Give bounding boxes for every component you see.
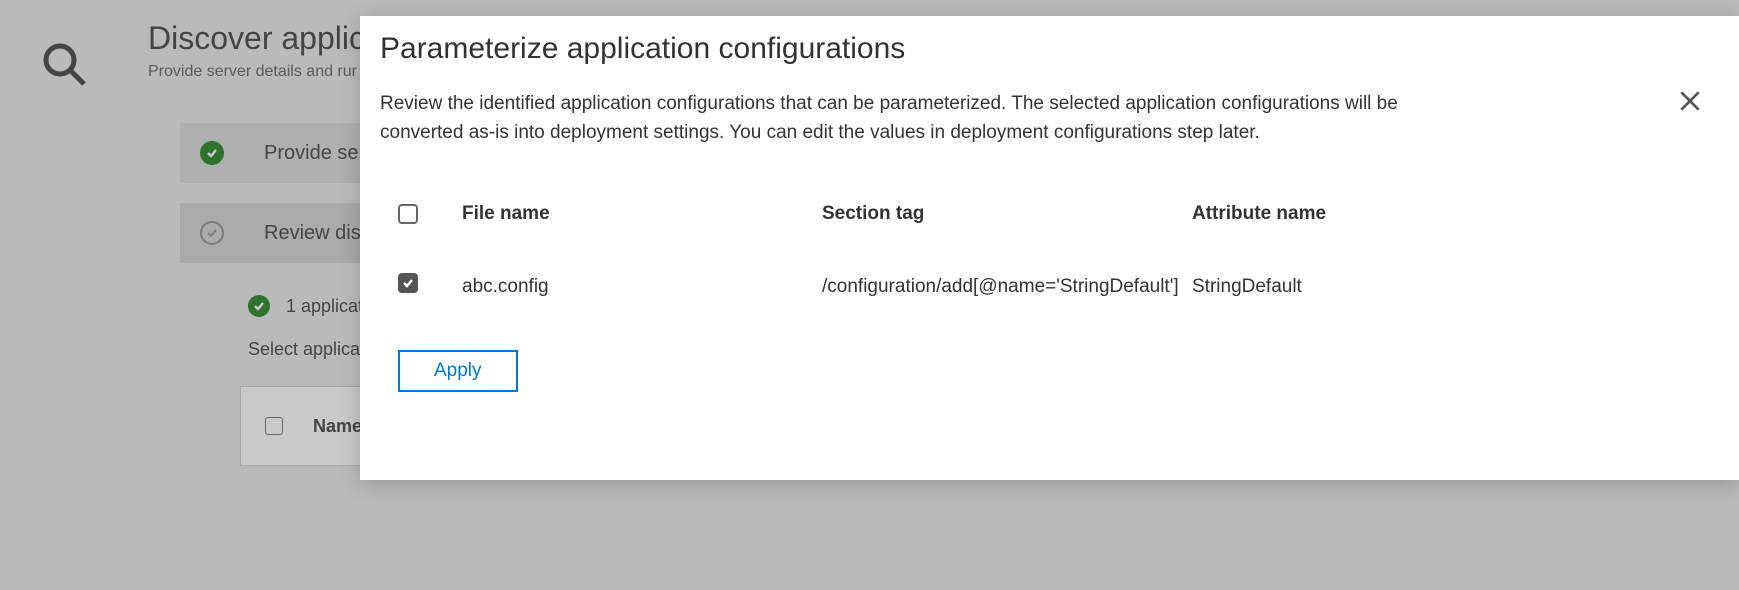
column-section-tag: Section tag: [822, 203, 1192, 225]
apply-button[interactable]: Apply: [398, 350, 518, 392]
config-table-row: abc.config /configuration/add[@name='Str…: [398, 273, 1699, 302]
select-all-checkbox[interactable]: [398, 204, 418, 224]
config-table-header: File name Section tag Attribute name: [398, 203, 1699, 225]
column-file-name: File name: [462, 203, 822, 225]
config-table: File name Section tag Attribute name abc…: [398, 203, 1699, 302]
cell-attribute-name: StringDefault: [1192, 273, 1452, 302]
column-attribute-name: Attribute name: [1192, 203, 1452, 225]
cell-file-name: abc.config: [462, 273, 822, 302]
cell-section-tag: /configuration/add[@name='StringDefault'…: [822, 273, 1192, 302]
row-checkbox[interactable]: [398, 273, 418, 293]
parameterize-modal: Parameterize application configurations …: [360, 16, 1739, 480]
modal-title: Parameterize application configurations: [380, 32, 1699, 66]
modal-description: Review the identified application config…: [380, 90, 1480, 147]
close-icon[interactable]: [1677, 88, 1703, 119]
